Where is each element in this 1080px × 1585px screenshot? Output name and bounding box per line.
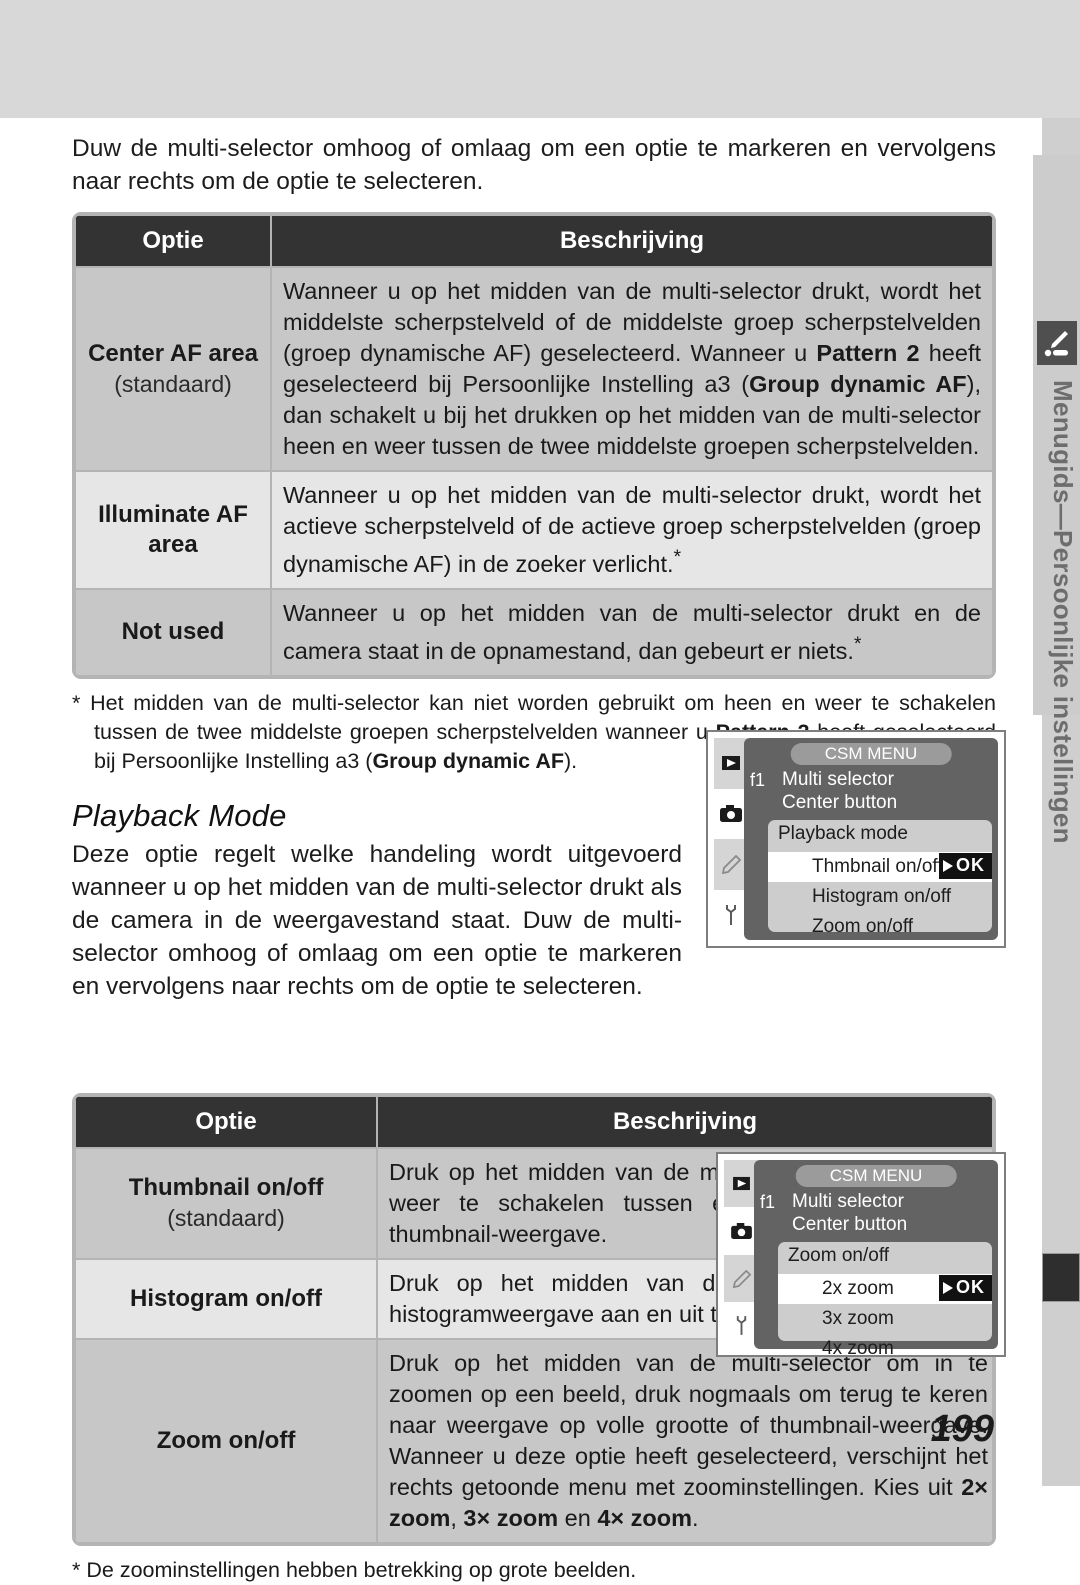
playback-icon	[724, 1160, 758, 1208]
csm-menu-screenshot-zoom: CSM MENU f1 Multi selector Center button…	[716, 1152, 1006, 1359]
lcd-option-label: 4x zoom	[822, 1338, 894, 1359]
table-cell-description: Wanneer u op het midden van de multi-sel…	[271, 588, 993, 676]
lcd-option-label: Histogram on/off	[812, 886, 952, 907]
lcd-panel-subtitle: Zoom on/off	[788, 1245, 890, 1266]
table-cell-description: Wanneer u op het midden van de multi-sel…	[271, 267, 993, 471]
page-number: 199	[930, 1408, 994, 1450]
table-row: Center AF area (standaard) Wanneer u op …	[75, 267, 993, 471]
lcd-ok-badge: OK	[939, 1275, 992, 1301]
option-title: Center AF area	[88, 340, 258, 367]
csm-menu-screenshot-playback: CSM MENU f1 Multi selector Center button…	[706, 730, 1006, 948]
table-cell-option: Illuminate AF area	[75, 471, 271, 589]
lcd-option-item[interactable]: Thmbnail on/off OK	[768, 852, 992, 882]
lcd-option-label: 2x zoom	[822, 1278, 894, 1299]
option-title: Zoom on/off	[156, 1426, 296, 1454]
lcd-option-label: 3x zoom	[822, 1308, 894, 1329]
lcd-option-item[interactable]: Histogram on/off	[768, 882, 992, 912]
table-header-option: Optie	[75, 215, 271, 267]
lcd-setting-line2: Center button	[782, 792, 898, 813]
lcd-setting-number: f1	[760, 1192, 776, 1212]
lcd-option-item[interactable]: 2x zoom OK	[778, 1274, 992, 1304]
camera-icon	[714, 788, 748, 839]
lcd-screen-body: CSM MENU f1 Multi selector Center button…	[754, 1160, 998, 1359]
table-header-description: Beschrijving	[377, 1095, 993, 1148]
table-header-row: Optie Beschrijving	[75, 215, 993, 267]
lcd-setting-line1: Multi selector	[782, 769, 894, 790]
option-title: Illuminate AF area	[98, 500, 248, 558]
lcd-option-list: Thmbnail on/off OK Histogram on/off Zoom…	[768, 852, 992, 942]
lcd-option-item[interactable]: Zoom on/off	[768, 912, 992, 942]
lcd-setting-line1: Multi selector	[792, 1191, 904, 1212]
wrench-icon	[724, 1301, 758, 1349]
option-title: Not used	[121, 618, 225, 646]
lcd-ok-badge: OK	[939, 853, 992, 879]
table-row: Not used Wanneer u op het midden van de …	[75, 588, 993, 676]
table-cell-option: Zoom on/off	[75, 1338, 377, 1543]
pencil-icon	[714, 839, 748, 890]
footnote-marker: *	[72, 1557, 81, 1582]
table-header-option: Optie	[75, 1095, 377, 1148]
lcd-screen-body: CSM MENU f1 Multi selector Center button…	[744, 738, 998, 940]
lcd-title: CSM MENU	[790, 743, 952, 765]
lcd-setting-line2: Center button	[792, 1214, 908, 1235]
option-title: Thumbnail on/off	[128, 1174, 324, 1202]
camera-icon	[724, 1207, 758, 1255]
lcd-option-list: 2x zoom OK 3x zoom 4x zoom	[778, 1274, 992, 1364]
playback-icon	[714, 738, 748, 789]
option-title: Histogram on/off	[130, 1284, 322, 1312]
lcd-title: CSM MENU	[795, 1165, 957, 1187]
footnote-marker: *	[72, 690, 81, 715]
pencil-icon	[724, 1254, 758, 1302]
page-edge-marker	[1042, 1253, 1080, 1302]
footnote-zoom: * De zoominstellingen hebben betrekking …	[72, 1556, 996, 1585]
lcd-tab-strip	[714, 738, 748, 940]
lcd-setting-name: Multi selector Center button	[782, 768, 897, 814]
lcd-option-label: Thmbnail on/off	[812, 856, 943, 877]
lcd-option-item[interactable]: 3x zoom	[778, 1304, 992, 1334]
lcd-option-panel: Playback mode Thmbnail on/off OK Histogr…	[768, 820, 992, 937]
footnote-text: De zoominstellingen hebben betrekking op…	[86, 1557, 637, 1582]
page-top-band	[0, 0, 1080, 118]
intro-paragraph: Duw de multi-selector omhoog of omlaag o…	[72, 135, 996, 195]
lcd-option-item[interactable]: 4x zoom	[778, 1334, 992, 1364]
lcd-setting-number: f1	[750, 770, 766, 790]
table-header-description: Beschrijving	[271, 215, 993, 267]
lcd-setting-name: Multi selector Center button	[792, 1190, 907, 1236]
table-cell-option: Center AF area (standaard)	[75, 267, 271, 471]
table-cell-description: Druk op het midden van de multi-selector…	[377, 1338, 993, 1543]
wrench-icon	[714, 889, 748, 940]
right-arrow-icon	[943, 1282, 953, 1294]
lcd-option-label: Zoom on/off	[812, 916, 914, 937]
section-paragraph: Deze optie regelt welke handeling wordt …	[72, 840, 682, 1000]
table-cell-option: Not used	[75, 588, 271, 676]
table-header-row: Optie Beschrijving	[75, 1095, 993, 1148]
chapter-side-tab: Menugids—Persoonlijke instellingen	[1033, 155, 1080, 844]
lcd-panel-subtitle: Playback mode	[778, 823, 908, 844]
right-arrow-icon	[943, 860, 953, 872]
table-cell-description: Wanneer u op het midden van de multi-sel…	[271, 471, 993, 589]
option-subtitle: (standaard)	[114, 371, 232, 397]
lcd-option-panel: Zoom on/off 2x zoom OK 3x zoom 4x zoom	[778, 1242, 992, 1359]
table-row: Illuminate AF area Wanneer u op het midd…	[75, 471, 993, 589]
lcd-tab-strip	[724, 1160, 758, 1349]
table-row: Zoom on/off Druk op het midden van de mu…	[75, 1338, 993, 1543]
option-subtitle: (standaard)	[167, 1205, 285, 1232]
pencil-icon	[1037, 321, 1077, 365]
table-cell-option: Histogram on/off	[75, 1258, 377, 1339]
table-cell-option: Thumbnail on/off (standaard)	[75, 1147, 377, 1259]
options-table-af: Optie Beschrijving Center AF area (stand…	[72, 212, 996, 679]
